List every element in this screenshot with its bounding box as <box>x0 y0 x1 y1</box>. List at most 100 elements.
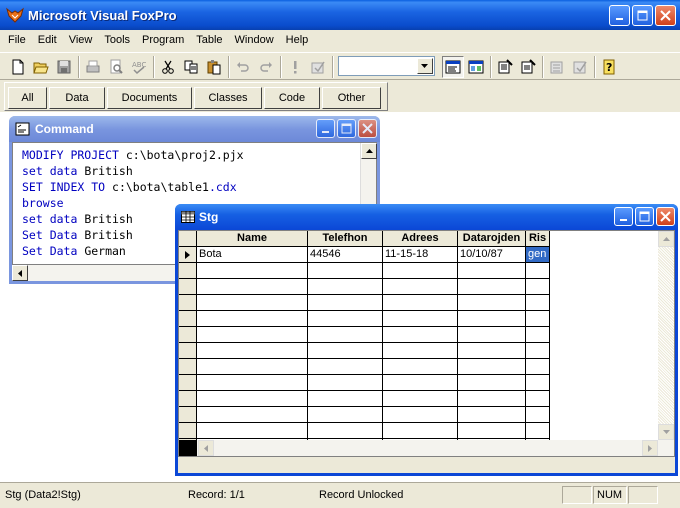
tab-documents[interactable]: Documents <box>107 87 192 109</box>
cell-datarojden[interactable]: 10/10/87 <box>458 247 526 263</box>
empty-cell[interactable] <box>197 343 308 359</box>
empty-cell[interactable] <box>383 407 458 423</box>
empty-cell[interactable] <box>308 343 383 359</box>
empty-cell[interactable] <box>458 391 526 407</box>
command-maximize-button[interactable] <box>337 119 356 138</box>
cell-telefhon[interactable]: 44546 <box>308 247 383 263</box>
empty-cell[interactable] <box>458 375 526 391</box>
tab-other[interactable]: Other <box>322 87 381 109</box>
empty-cell[interactable] <box>383 423 458 439</box>
empty-cell[interactable] <box>458 327 526 343</box>
empty-cell[interactable] <box>197 407 308 423</box>
empty-row[interactable] <box>179 343 550 359</box>
empty-cell[interactable] <box>526 423 550 439</box>
empty-cell[interactable] <box>308 359 383 375</box>
new-button[interactable] <box>7 56 29 78</box>
column-header-adrees[interactable]: Adrees <box>383 231 458 247</box>
scroll-left-button[interactable] <box>198 440 214 456</box>
empty-cell[interactable] <box>458 311 526 327</box>
help-button[interactable]: ? <box>598 56 620 78</box>
browse-grid[interactable]: Name Telefhon Adrees Datarojden Ris Bota… <box>178 230 675 457</box>
empty-cell[interactable] <box>526 295 550 311</box>
empty-cell[interactable] <box>526 407 550 423</box>
command-close-button[interactable] <box>358 119 377 138</box>
empty-cell[interactable] <box>458 295 526 311</box>
tab-all[interactable]: All <box>8 87 47 109</box>
app-title-bar[interactable]: Microsoft Visual FoxPro <box>0 0 680 30</box>
cell-adrees[interactable]: 11-15-18 <box>383 247 458 263</box>
column-header-datarojden[interactable]: Datarojden <box>458 231 526 247</box>
tab-code[interactable]: Code <box>264 87 320 109</box>
empty-cell[interactable] <box>383 327 458 343</box>
empty-cell[interactable] <box>383 391 458 407</box>
empty-cell[interactable] <box>383 311 458 327</box>
empty-cell[interactable] <box>308 295 383 311</box>
command-line[interactable]: set data British <box>22 163 244 179</box>
command-minimize-button[interactable] <box>316 119 335 138</box>
redo-button[interactable] <box>255 56 277 78</box>
tab-classes[interactable]: Classes <box>194 87 262 109</box>
empty-cell[interactable] <box>308 423 383 439</box>
empty-row[interactable] <box>179 407 550 423</box>
empty-cell[interactable] <box>383 279 458 295</box>
database-combo[interactable] <box>338 56 435 76</box>
minimize-button[interactable] <box>609 5 630 26</box>
empty-row[interactable] <box>179 311 550 327</box>
empty-cell[interactable] <box>526 263 550 279</box>
empty-cell[interactable] <box>308 311 383 327</box>
command-window-button[interactable] <box>442 56 464 78</box>
scroll-left-button[interactable] <box>12 265 28 281</box>
copy-button[interactable] <box>180 56 202 78</box>
empty-cell[interactable] <box>308 327 383 343</box>
table-row[interactable]: Bota 44546 11-15-18 10/10/87 gen <box>179 247 550 263</box>
command-line[interactable]: MODIFY PROJECT c:\bota\proj2.pjx <box>22 147 244 163</box>
empty-cell[interactable] <box>458 407 526 423</box>
undo-button[interactable] <box>232 56 254 78</box>
empty-cell[interactable] <box>197 391 308 407</box>
empty-cell[interactable] <box>308 279 383 295</box>
command-window-title-bar[interactable]: Command <box>9 116 380 142</box>
empty-cell[interactable] <box>383 343 458 359</box>
cell-name[interactable]: Bota <box>197 247 308 263</box>
empty-cell[interactable] <box>197 295 308 311</box>
browse-maximize-button[interactable] <box>635 207 654 226</box>
spelling-button[interactable]: ABC <box>128 56 150 78</box>
empty-cell[interactable] <box>197 279 308 295</box>
empty-row[interactable] <box>179 327 550 343</box>
database-combo-dropdown-button[interactable] <box>417 58 433 74</box>
empty-cell[interactable] <box>526 279 550 295</box>
empty-cell[interactable] <box>526 391 550 407</box>
column-header-name[interactable]: Name <box>197 231 308 247</box>
grid-partition-handle[interactable] <box>179 440 197 456</box>
empty-cell[interactable] <box>308 407 383 423</box>
empty-cell[interactable] <box>308 391 383 407</box>
maximize-button[interactable] <box>632 5 653 26</box>
open-button[interactable] <box>30 56 52 78</box>
menu-window[interactable]: Window <box>229 31 280 49</box>
empty-cell[interactable] <box>197 359 308 375</box>
run-button[interactable] <box>284 56 306 78</box>
empty-cell[interactable] <box>458 359 526 375</box>
empty-cell[interactable] <box>308 263 383 279</box>
column-header-ris[interactable]: Ris <box>526 231 550 247</box>
empty-cell[interactable] <box>526 375 550 391</box>
empty-row[interactable] <box>179 263 550 279</box>
empty-row[interactable] <box>179 423 550 439</box>
browse-close-button[interactable] <box>656 207 675 226</box>
empty-cell[interactable] <box>526 327 550 343</box>
empty-cell[interactable] <box>526 311 550 327</box>
report-wizard-button[interactable] <box>517 56 539 78</box>
empty-row[interactable] <box>179 279 550 295</box>
empty-cell[interactable] <box>458 423 526 439</box>
empty-cell[interactable] <box>458 263 526 279</box>
autoform-button[interactable] <box>546 56 568 78</box>
browse-vertical-scrollbar[interactable] <box>658 231 674 456</box>
autoreport-button[interactable] <box>569 56 591 78</box>
view-window-button[interactable] <box>465 56 487 78</box>
menu-view[interactable]: View <box>63 31 99 49</box>
print-preview-button[interactable] <box>105 56 127 78</box>
empty-row[interactable] <box>179 391 550 407</box>
save-button[interactable] <box>53 56 75 78</box>
column-header-telefhon[interactable]: Telefhon <box>308 231 383 247</box>
modify-form-button[interactable] <box>307 56 329 78</box>
